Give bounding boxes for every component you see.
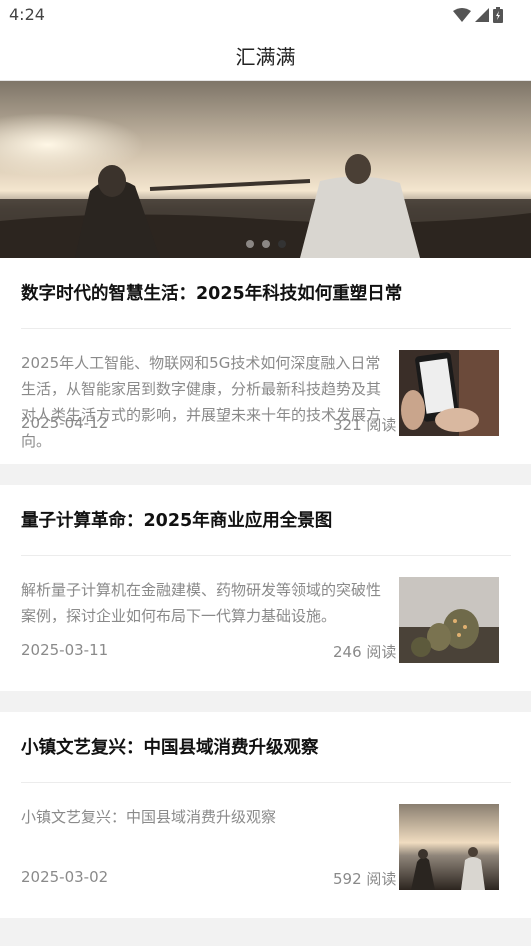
banner-carousel[interactable] (0, 81, 531, 258)
article-date: 2025-04-12 (21, 414, 109, 432)
thumbnail-image (399, 804, 499, 890)
signal-icon (475, 8, 489, 22)
article-summary: 2025年人工智能、物联网和5G技术如何深度融入日常生活，从智能家居到数字健康，… (21, 354, 382, 450)
article-views: 321 阅读 (333, 416, 397, 434)
thumbnail-image (399, 350, 499, 436)
app-header: 汇满满 (0, 30, 531, 81)
status-icons (453, 7, 503, 23)
status-time: 4:24 (9, 5, 45, 24)
divider (21, 328, 511, 329)
divider (21, 555, 511, 556)
article-title[interactable]: 量子计算革命：2025年商业应用全景图 (21, 507, 511, 532)
article-card[interactable]: 量子计算革命：2025年商业应用全景图 解析量子计算机在金融建模、药物研发等领域… (0, 485, 531, 691)
carousel-dot-active[interactable] (277, 240, 286, 248)
article-views: 246 阅读 (333, 643, 397, 661)
article-date: 2025-03-11 (21, 641, 109, 659)
banner-image (0, 81, 531, 258)
page-title: 汇满满 (235, 44, 296, 69)
article-title[interactable]: 数字时代的智慧生活：2025年科技如何重塑日常 (21, 280, 511, 305)
divider (21, 782, 511, 783)
article-thumbnail[interactable] (399, 804, 499, 890)
article-summary: 小镇文艺复兴：中国县域消费升级观察 (21, 808, 277, 826)
carousel-dot[interactable] (245, 240, 254, 248)
thumbnail-image (399, 577, 499, 663)
article-thumbnail[interactable] (399, 350, 499, 436)
battery-icon (493, 7, 503, 23)
article-views: 592 阅读 (333, 870, 397, 888)
article-card[interactable]: 小镇文艺复兴：中国县域消费升级观察 小镇文艺复兴：中国县域消费升级观察 2025… (0, 712, 531, 918)
carousel-indicator (0, 240, 531, 248)
carousel-dot[interactable] (261, 240, 270, 248)
article-card[interactable]: 数字时代的智慧生活：2025年科技如何重塑日常 2025年人工智能、物联网和5G… (0, 258, 531, 464)
article-title[interactable]: 小镇文艺复兴：中国县域消费升级观察 (21, 734, 511, 759)
wifi-icon (453, 8, 471, 22)
status-bar: 4:24 (0, 0, 531, 30)
article-date: 2025-03-02 (21, 868, 109, 886)
article-thumbnail[interactable] (399, 577, 499, 663)
article-summary: 解析量子计算机在金融建模、药物研发等领域的突破性案例，探讨企业如何布局下一代算力… (21, 581, 382, 625)
